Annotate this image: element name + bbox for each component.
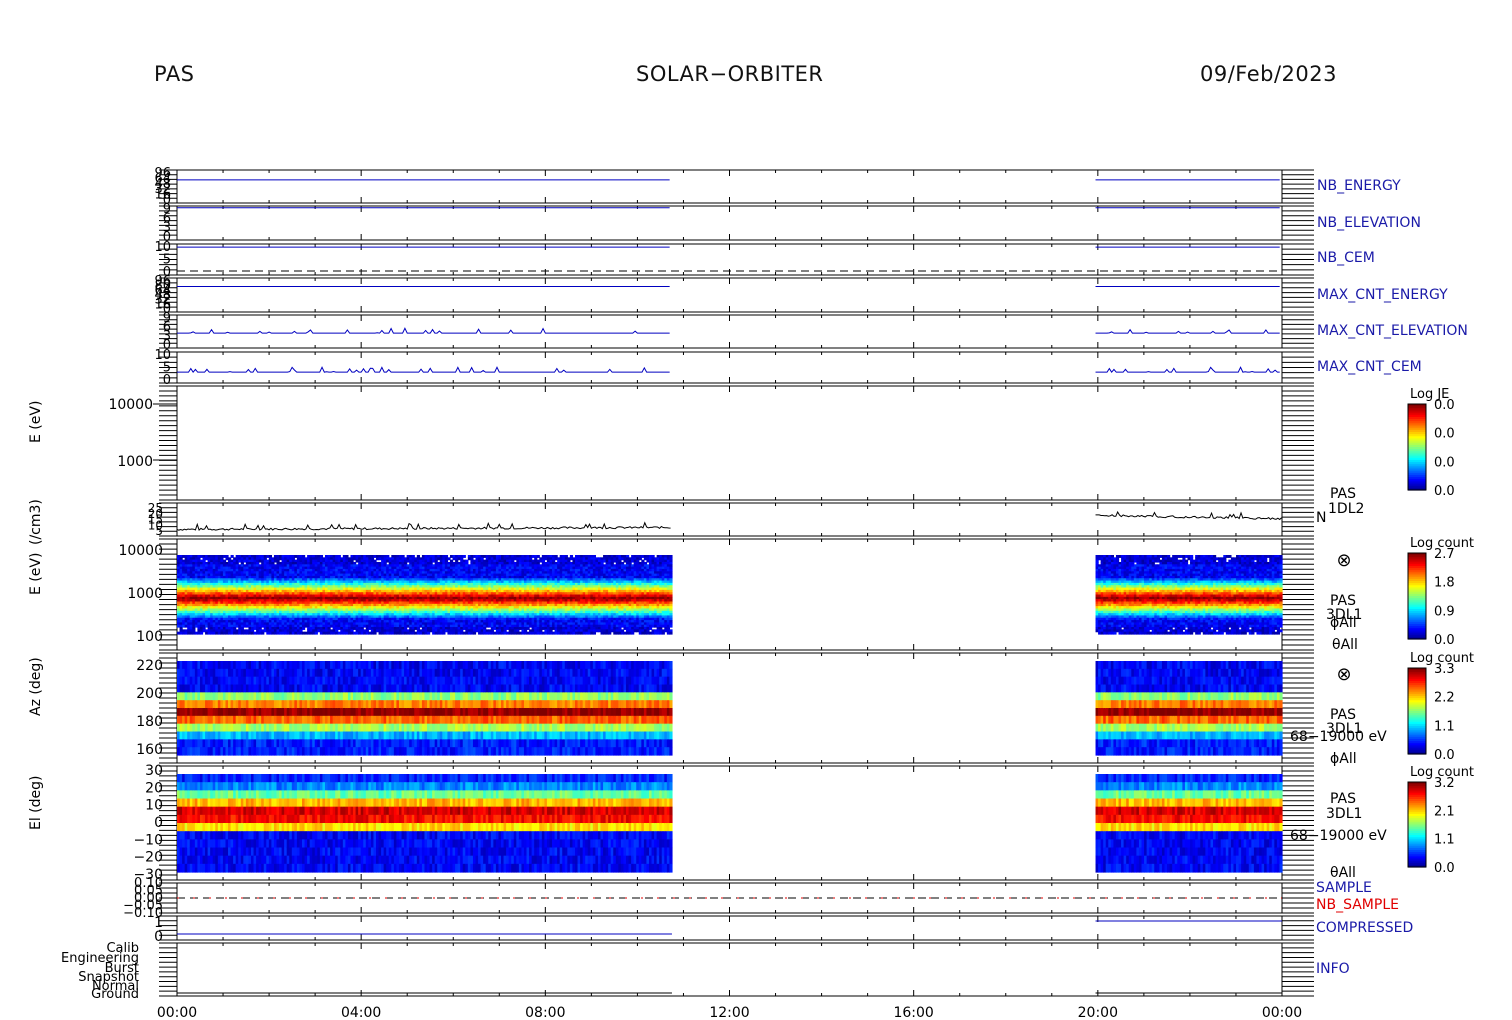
je-colorbar-group [1407,403,1427,491]
je-colorbar-tick-label: 0.0 [1434,455,1455,470]
status-panel-label: MAX_CNT_ELEVATION [1317,323,1468,339]
multi-panel-plot: 96644832160NB_ENERGY9630NB_ELEVATION1050… [28,166,1474,1020]
energy-1d-ytick-label: 10000 [108,397,153,413]
energy-1d-ylabel: E (eV) [28,401,44,443]
status-panel-label: NB_ENERGY [1317,178,1401,194]
density-trace [1095,510,1282,521]
status-trace [177,327,670,334]
density-label-variable: N [1316,510,1326,526]
energy-1d-frame [176,385,1283,501]
density-label-product: 1DL2 [1328,501,1364,517]
energy-3d-ytick-label: 1000 [127,586,163,602]
status-trace [177,366,670,373]
energy-1d-ytick-label: 1000 [117,454,153,470]
density-trace [176,521,671,531]
density-ylabel: (/cm3) [28,499,44,545]
status-trace [1095,366,1280,373]
density-ytick-label: 5 [155,524,163,538]
density-label-instrument: PAS [1330,486,1356,502]
je-colorbar-tick-label: 0.0 [1434,427,1455,442]
status-panel-label: NB_CEM [1317,250,1375,266]
energy-3d-ytick-label: 10000 [118,543,163,559]
energy-3d-ylabel: E (eV) [28,553,44,595]
energy-3d-ytick-label: 100 [136,629,163,645]
status-panel-label: NB_ELEVATION [1317,215,1421,231]
status-panel-label: MAX_CNT_CEM [1317,359,1422,375]
status-panel-label: MAX_CNT_ENERGY [1317,287,1448,303]
status-trace [1095,328,1280,334]
je-colorbar-tick-label: 0.0 [1434,398,1455,413]
je-colorbar-tick-label: 0.0 [1434,484,1455,499]
energy-3d-cell [462,555,466,558]
